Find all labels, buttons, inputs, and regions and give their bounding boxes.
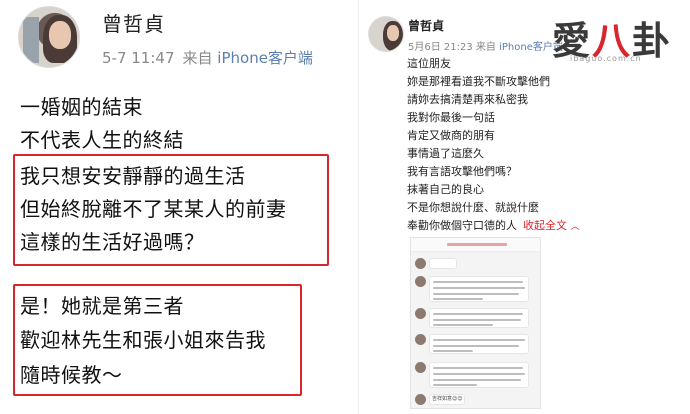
post-line: 事情過了這麼久 [407,147,484,160]
source-link[interactable]: iPhone客户端 [217,49,313,67]
chat-avatar [415,258,426,269]
avatar[interactable] [368,16,404,52]
post-line: 我對你最後一句話 [407,111,495,124]
chat-avatar [415,362,426,373]
chat-bubble [429,308,529,328]
post-line: 不代表人生的終結 [20,128,184,152]
post-line-last: 奉勸你做個守口德的人 收起全文 ︿ [407,219,580,234]
post-line: 肯定又做商的朋有 [407,129,495,142]
chat-screenshot: 吉祥如意😊😊 [410,237,541,409]
post-meta: 5-7 11:47 来自 iPhone客户端 [102,47,313,68]
username[interactable]: 曾哲貞 [102,8,165,37]
chat-bubble [429,334,529,354]
post-line: 請妳去搞清楚再來私密我 [407,93,528,106]
username[interactable]: 曾哲貞 [408,17,444,34]
chevron-up-icon: ︿ [570,222,580,232]
chat-avatar [415,394,426,405]
chat-avatar [415,308,426,319]
collapse-label: 收起全文 [523,219,567,232]
post-line-text: 奉勸你做個守口德的人 [407,219,517,232]
highlight-box [13,284,302,396]
chat-avatar [415,276,426,287]
avatar-face [387,25,399,41]
chat-avatar [415,334,426,345]
post-meta: 5月6日 21:23 来自 iPhone客户端 [408,38,563,53]
source-prefix: 来自 [475,42,496,53]
logo-url: ibaguo.com.cn [570,54,642,63]
avatar-background [23,17,39,63]
site-logo: 愛八卦 ibaguo.com.cn [552,10,686,66]
avatar-face [49,21,71,49]
post-line: 抹著自己的良心 [407,183,484,196]
chat-header [411,238,540,252]
chat-bubble [429,258,457,269]
source-prefix: 来自 [182,49,213,67]
chat-bubble [429,276,529,302]
highlight-box [13,154,329,266]
left-weibo-post: 曾哲貞 5-7 11:47 来自 iPhone客户端 一婚姻的結束 不代表人生的終… [0,0,358,414]
collapse-link[interactable]: 收起全文 ︿ [523,219,580,232]
post-timestamp[interactable]: 5-7 11:47 [102,49,175,67]
chat-title-blur [411,240,540,250]
chat-bubble-last: 吉祥如意😊😊 [429,394,465,405]
post-line: 不是你想說什麼、就說什麼 [407,201,539,214]
post-line: 妳是那裡看道我不斷攻擊他們 [407,75,550,88]
post-line: 我有言語攻擊他們嗎？ [407,165,517,178]
chat-bubble [429,362,529,388]
post-timestamp[interactable]: 5月6日 21:23 [408,42,473,53]
avatar[interactable] [18,6,80,68]
post-line: 這位朋友 [407,57,451,70]
post-line: 一婚姻的結束 [20,95,143,119]
